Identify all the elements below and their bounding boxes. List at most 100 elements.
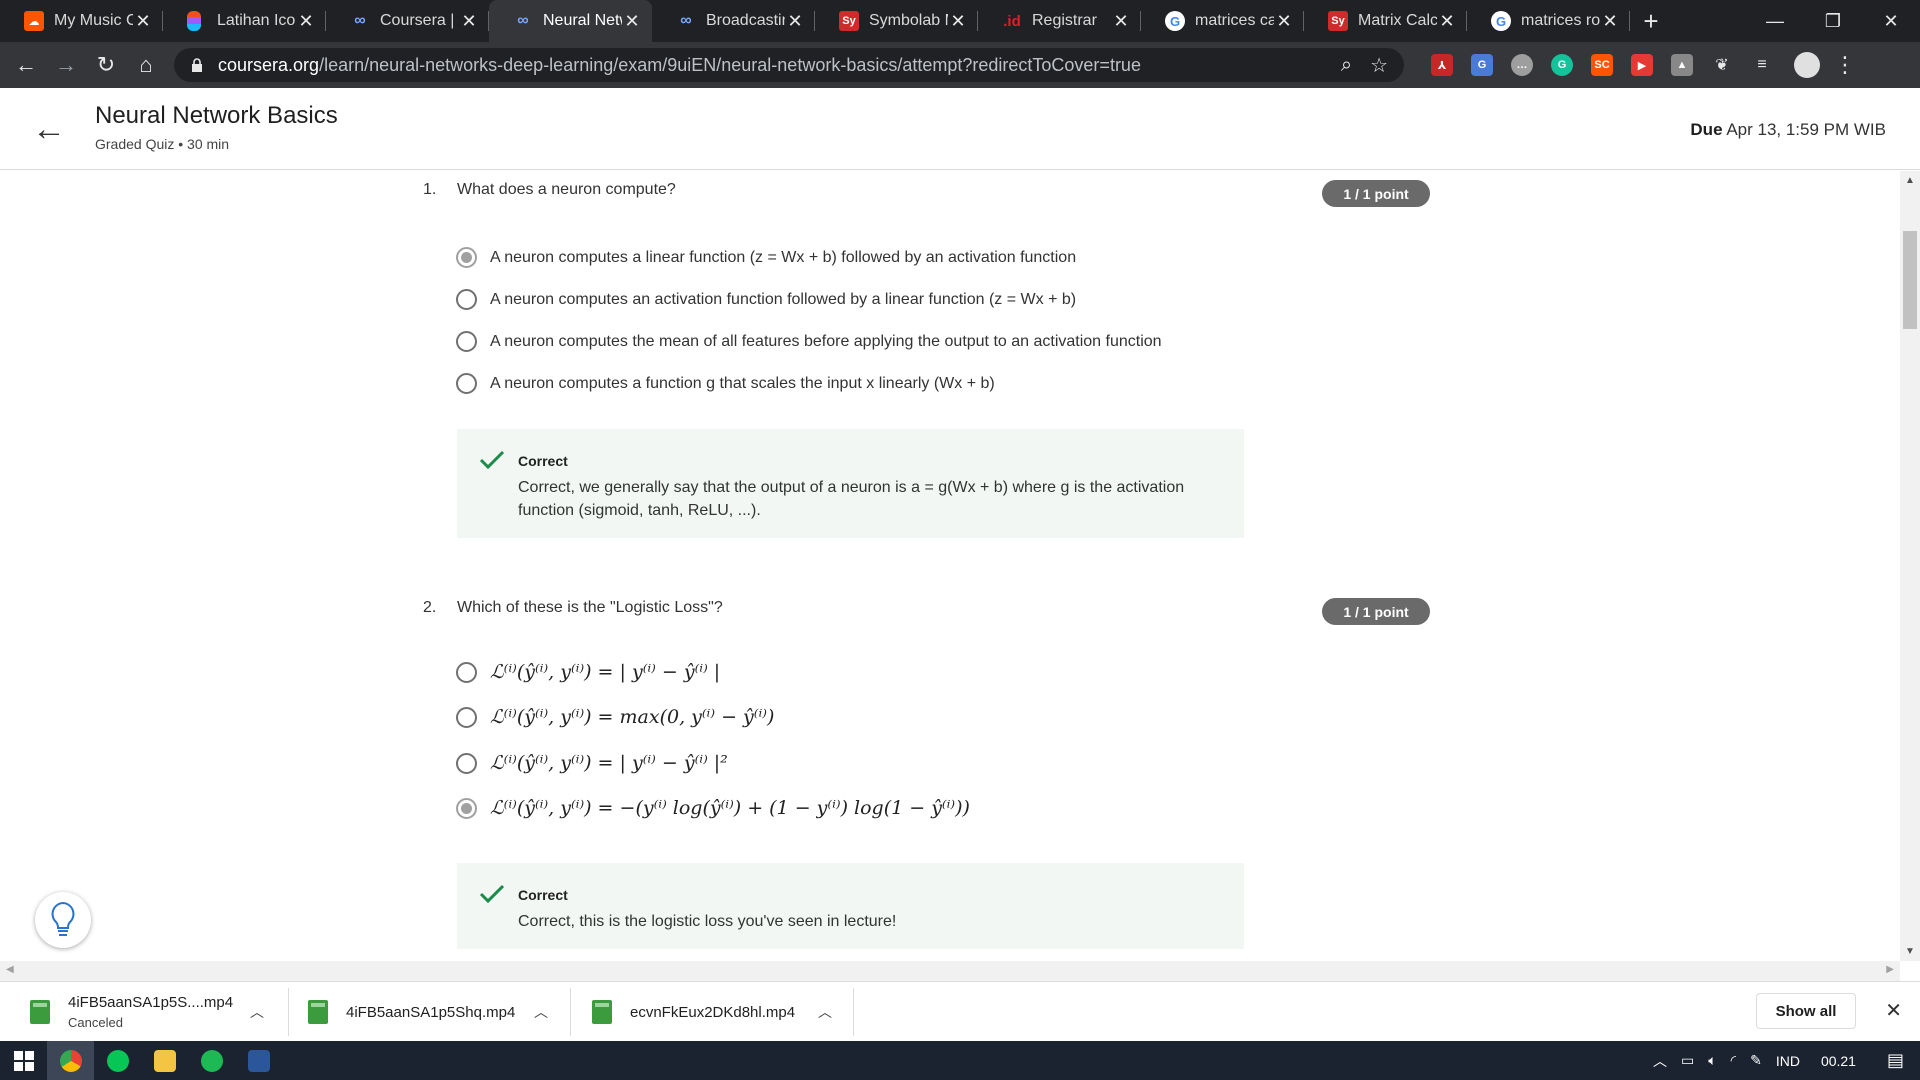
- download-item[interactable]: 4iFB5aanSA1p5S....mp4 Canceled ︿: [30, 982, 264, 1042]
- checkmark-icon: [479, 884, 505, 904]
- tab-title: Matrix Calcu: [1358, 12, 1437, 29]
- close-tab-icon[interactable]: ✕: [948, 11, 968, 32]
- bookmark-star-icon[interactable]: ☆: [1370, 53, 1388, 78]
- browser-tab[interactable]: Sy Symbolab M ✕: [815, 0, 978, 42]
- gnome-extension-icon[interactable]: ❦: [1711, 54, 1733, 76]
- tab-title: Coursera | O: [380, 12, 459, 29]
- back-arrow-icon[interactable]: ←: [32, 110, 66, 149]
- answer-option[interactable]: A neuron computes a function g that scal…: [456, 373, 995, 394]
- forward-button[interactable]: →: [46, 45, 86, 85]
- answer-option[interactable]: A neuron computes an activation function…: [456, 289, 1076, 310]
- scroll-down-icon[interactable]: ▼: [1905, 946, 1915, 957]
- close-tab-icon[interactable]: ✕: [1274, 11, 1294, 32]
- scrollbar-thumb[interactable]: [1903, 231, 1917, 329]
- close-tab-icon[interactable]: ✕: [1437, 11, 1457, 32]
- scroll-left-icon[interactable]: ◀: [6, 964, 14, 975]
- download-item[interactable]: 4iFB5aanSA1p5Shq.mp4 ︿: [308, 982, 548, 1042]
- radio-selected[interactable]: [456, 797, 477, 819]
- tab-title: Neural Netw: [543, 12, 622, 29]
- radio-button[interactable]: [456, 331, 477, 352]
- taskbar-file-explorer[interactable]: [141, 1041, 188, 1080]
- language-indicator[interactable]: IND: [1776, 1053, 1800, 1069]
- chevron-up-icon[interactable]: ︿: [534, 1002, 548, 1022]
- browser-tab[interactable]: G matrices row ✕: [1467, 0, 1630, 42]
- checkmark-icon: [479, 450, 505, 470]
- browser-tab[interactable]: Latihan Icon ✕: [163, 0, 326, 42]
- tray-expand-icon[interactable]: ︿: [1653, 1051, 1667, 1071]
- horizontal-scrollbar[interactable]: ◀ ▶: [0, 961, 1900, 981]
- chevron-up-icon[interactable]: ︿: [250, 1002, 264, 1022]
- taskbar-word[interactable]: [235, 1041, 282, 1080]
- answer-option[interactable]: A neuron computes a linear function (z =…: [456, 247, 1076, 268]
- reload-button[interactable]: ↻: [86, 45, 126, 85]
- pdf-extension-icon[interactable]: ⅄: [1431, 54, 1453, 76]
- taskbar-chrome[interactable]: [47, 1041, 94, 1080]
- radio-selected[interactable]: [456, 247, 477, 268]
- soundcloud-extension-icon[interactable]: SC: [1591, 54, 1613, 76]
- taskbar-spotify[interactable]: [188, 1041, 235, 1080]
- show-all-button[interactable]: Show all: [1756, 993, 1856, 1029]
- drive-extension-icon[interactable]: ▲: [1671, 54, 1693, 76]
- back-button[interactable]: ←: [6, 45, 46, 85]
- chat-extension-icon[interactable]: …: [1511, 54, 1533, 76]
- clock[interactable]: 00.21: [1821, 1053, 1856, 1069]
- home-button[interactable]: ⌂: [126, 45, 166, 85]
- browser-tab[interactable]: G matrices calc ✕: [1141, 0, 1304, 42]
- feedback-title: Correct: [518, 887, 568, 903]
- coursera-icon: ∞: [354, 12, 366, 29]
- grammarly-extension-icon[interactable]: G: [1551, 54, 1573, 76]
- menu-kebab-icon[interactable]: ⋮: [1834, 52, 1856, 78]
- answer-option[interactable]: A neuron computes the mean of all featur…: [456, 331, 1162, 352]
- battery-icon[interactable]: ▭: [1681, 1052, 1694, 1069]
- radio-button[interactable]: [456, 289, 477, 310]
- scroll-right-icon[interactable]: ▶: [1886, 964, 1894, 975]
- media-controls-icon[interactable]: ≡: [1751, 54, 1773, 76]
- browser-tab[interactable]: ∞ Coursera | O ✕: [326, 0, 489, 42]
- close-tab-icon[interactable]: ✕: [1111, 11, 1131, 32]
- close-tab-icon[interactable]: ✕: [622, 11, 642, 32]
- video-file-icon: [30, 1000, 50, 1024]
- chrome-icon: [59, 1049, 82, 1072]
- chevron-up-icon[interactable]: ︿: [818, 1002, 832, 1022]
- answer-option[interactable]: ℒ⁽ⁱ⁾(ŷ⁽ⁱ⁾, y⁽ⁱ⁾) = | y⁽ⁱ⁾ − ŷ⁽ⁱ⁾ |: [456, 661, 720, 683]
- answer-option[interactable]: ℒ⁽ⁱ⁾(ŷ⁽ⁱ⁾, y⁽ⁱ⁾) = max(0, y⁽ⁱ⁾ − ŷ⁽ⁱ⁾): [456, 706, 774, 728]
- radio-button[interactable]: [456, 752, 477, 774]
- radio-button[interactable]: [456, 706, 477, 728]
- translate-extension-icon[interactable]: G: [1471, 54, 1493, 76]
- taskbar-line[interactable]: [94, 1041, 141, 1080]
- browser-tab[interactable]: ∞ Broadcasting ✕: [652, 0, 815, 42]
- notification-icon[interactable]: ▤: [1887, 1050, 1904, 1071]
- wifi-icon[interactable]: ◜: [1731, 1052, 1736, 1069]
- browser-tab[interactable]: ☁ My Music Co ✕: [0, 0, 163, 42]
- radio-button[interactable]: [456, 373, 477, 394]
- answer-option[interactable]: ℒ⁽ⁱ⁾(ŷ⁽ⁱ⁾, y⁽ⁱ⁾) = −(y⁽ⁱ⁾ log(ŷ⁽ⁱ⁾) + (1…: [456, 797, 970, 819]
- volume-icon[interactable]: 🔈︎: [1708, 1052, 1716, 1069]
- scroll-up-icon[interactable]: ▲: [1905, 175, 1915, 186]
- restore-button[interactable]: ❐: [1804, 0, 1862, 42]
- answer-option[interactable]: ℒ⁽ⁱ⁾(ŷ⁽ⁱ⁾, y⁽ⁱ⁾) = | y⁽ⁱ⁾ − ŷ⁽ⁱ⁾ |²: [456, 752, 728, 774]
- lock-icon: [192, 58, 202, 72]
- close-tab-icon[interactable]: ✕: [296, 11, 316, 32]
- radio-button[interactable]: [456, 661, 477, 683]
- media-extension-icon[interactable]: ▶: [1631, 54, 1653, 76]
- address-bar[interactable]: coursera.org/learn/neural-networks-deep-…: [174, 48, 1404, 82]
- vertical-scrollbar[interactable]: ▲ ▼: [1900, 171, 1920, 961]
- download-item[interactable]: ecvnFkEux2DKd8hl.mp4 ︿: [592, 982, 832, 1042]
- close-tab-icon[interactable]: ✕: [785, 11, 805, 32]
- question-text: What does a neuron compute?: [457, 181, 676, 198]
- browser-tab-active[interactable]: ∞ Neural Netw ✕: [489, 0, 652, 42]
- browser-tab[interactable]: .id Registrar ✕: [978, 0, 1141, 42]
- browser-tab[interactable]: Sy Matrix Calcu ✕: [1304, 0, 1467, 42]
- close-tab-icon[interactable]: ✕: [459, 11, 479, 32]
- new-tab-button[interactable]: +: [1630, 0, 1672, 42]
- pen-icon[interactable]: ✎: [1750, 1052, 1762, 1069]
- start-button[interactable]: [0, 1041, 47, 1080]
- help-lightbulb-button[interactable]: [35, 892, 91, 948]
- zoom-icon[interactable]: ⌕: [1341, 54, 1352, 77]
- minimize-button[interactable]: —: [1746, 0, 1804, 42]
- close-tab-icon[interactable]: ✕: [133, 11, 153, 32]
- close-tab-icon[interactable]: ✕: [1600, 11, 1620, 32]
- close-shelf-icon[interactable]: ✕: [1885, 998, 1902, 1023]
- close-window-button[interactable]: ✕: [1862, 0, 1920, 42]
- profile-avatar[interactable]: [1794, 52, 1820, 78]
